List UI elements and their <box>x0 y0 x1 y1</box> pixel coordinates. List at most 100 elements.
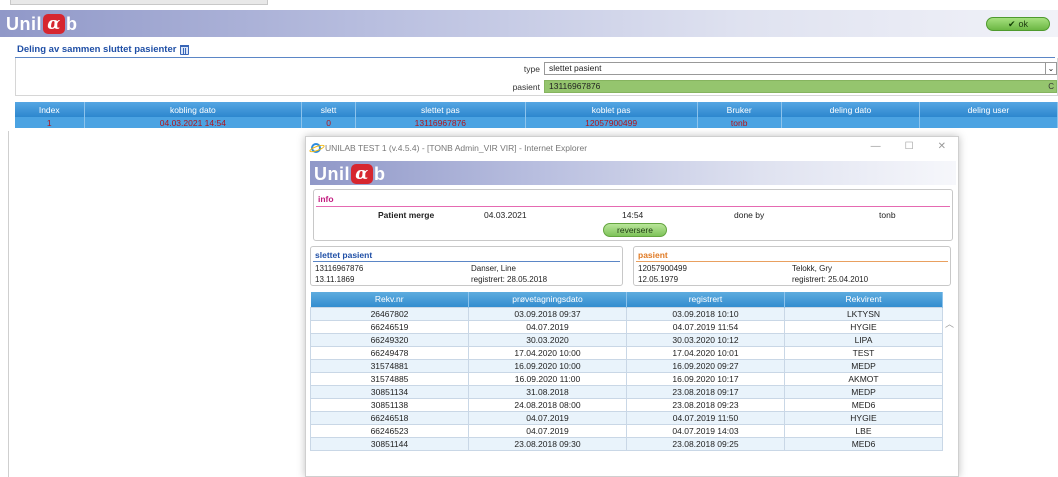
cell-rekvirent: TEST <box>784 345 943 360</box>
column-header[interactable]: prøvetagningsdato <box>468 292 627 307</box>
column-header[interactable]: koblet pas <box>525 102 698 117</box>
cell-registrert: 04.07.2019 11:50 <box>626 410 785 425</box>
close-icon[interactable]: ✕ <box>938 141 946 152</box>
deleted-patient-divider <box>313 261 620 262</box>
info-title: info <box>318 194 334 204</box>
app-header: Unil α b ✔ ok <box>0 10 1058 37</box>
unilab-logo: Unil α b <box>314 163 386 185</box>
cell-provetagningsdato: 04.07.2019 <box>468 319 627 334</box>
column-header[interactable]: slettet pas <box>355 102 526 117</box>
cell-provetagningsdato: 31.08.2018 <box>468 384 627 399</box>
ie-popup-window: UNILAB TEST 1 (v.4.5.4) - [TONB Admin_VI… <box>305 136 959 477</box>
cell-registrert: 04.07.2019 14:03 <box>626 423 785 438</box>
patient-id: 12057900499 <box>638 264 687 273</box>
table-row[interactable]: 1 04.03.2021 14:54 0 13116967876 1205790… <box>15 117 1058 128</box>
patient-title: pasient <box>638 250 668 260</box>
cell-registrert: 16.09.2020 10:17 <box>626 371 785 386</box>
cell-rekv-nr: 31574881 <box>310 358 469 373</box>
logo-alpha: α <box>351 164 373 184</box>
patient-birthdate: 12.05.1979 <box>638 275 679 284</box>
table-row[interactable]: 31574881 16.09.2020 10:00 16.09.2020 09:27… <box>310 358 943 373</box>
requisition-table: Rekv.nr prøvetagningsdato registrert Rek… <box>310 292 943 451</box>
cell-registrert: 17.04.2020 10:01 <box>626 345 785 360</box>
deleted-patient-name: Danser, Line <box>471 264 516 273</box>
cell-provetagningsdato: 04.07.2019 <box>468 410 627 425</box>
table-row[interactable]: 31574885 16.09.2020 11:00 16.09.2020 10:17… <box>310 371 943 386</box>
column-header[interactable]: slett <box>301 102 356 117</box>
cell-rekv-nr: 31574885 <box>310 371 469 386</box>
internet-explorer-icon <box>311 143 321 153</box>
table-row[interactable]: 30851144 23.08.2018 09:30 23.08.2018 09:25… <box>310 436 943 451</box>
requisition-header-row: Rekv.nr prøvetagningsdato registrert Rek… <box>310 292 943 307</box>
table-row[interactable]: 66246519 04.07.2019 04.07.2019 11:54 HYGIE <box>310 319 943 334</box>
cell-koblet-pas: 12057900499 <box>525 117 698 128</box>
chevron-down-icon[interactable]: ⌄ <box>1045 63 1056 74</box>
minimize-icon[interactable]: — <box>871 141 881 152</box>
cell-slettet-pas: 13116967876 <box>355 117 526 128</box>
table-row[interactable]: 30851138 24.08.2018 08:00 23.08.2018 09:23… <box>310 397 943 412</box>
merge-date: 04.03.2021 <box>484 210 527 220</box>
logo-text-end: b <box>66 13 78 34</box>
page-title: Deling av sammen sluttet pasienter <box>17 44 190 55</box>
ok-button[interactable]: ✔ ok <box>986 17 1050 31</box>
cell-bruker: tonb <box>697 117 782 128</box>
maximize-icon[interactable]: ☐ <box>905 141 914 152</box>
cell-registrert: 23.08.2018 09:23 <box>626 397 785 412</box>
type-select-value: slettet pasient <box>549 63 602 73</box>
column-header[interactable]: deling user <box>919 102 1058 117</box>
column-header[interactable]: Rekvirent <box>784 292 943 307</box>
cell-registrert: 03.09.2018 10:10 <box>626 306 785 321</box>
cell-rekvirent: MEDP <box>784 384 943 399</box>
merge-table: Index kobling dato slett slettet pas kob… <box>15 102 1058 128</box>
column-header[interactable]: kobling dato <box>84 102 303 117</box>
window-titlebar[interactable]: UNILAB TEST 1 (v.4.5.4) - [TONB Admin_VI… <box>306 137 958 159</box>
column-header[interactable]: Rekv.nr <box>310 292 469 307</box>
content-border <box>8 131 9 477</box>
cell-kobling-dato: 04.03.2021 14:54 <box>84 117 303 128</box>
patient-panel: pasient 12057900499 Telokk, Gry 12.05.19… <box>633 246 951 286</box>
window-title: UNILAB TEST 1 (v.4.5.4) - [TONB Admin_VI… <box>325 143 588 153</box>
cell-rekvirent: HYGIE <box>784 319 943 334</box>
cell-rekv-nr: 66249320 <box>310 332 469 347</box>
cell-provetagningsdato: 30.03.2020 <box>468 332 627 347</box>
scroll-up-icon[interactable]: ︿ <box>945 317 954 330</box>
reverse-button[interactable]: reversere <box>603 223 667 237</box>
cell-registrert: 16.09.2020 09:27 <box>626 358 785 373</box>
cell-rekv-nr: 66246523 <box>310 423 469 438</box>
cell-rekvirent: MEDP <box>784 358 943 373</box>
checkmark-icon: ✔ <box>1007 18 1016 29</box>
pasient-label: pasient <box>512 82 540 92</box>
cell-registrert: 23.08.2018 09:17 <box>626 384 785 399</box>
cell-rekvirent: MED6 <box>784 397 943 412</box>
cell-rekvirent: AKMOT <box>784 371 943 386</box>
reverse-button-label: reversere <box>617 225 653 235</box>
type-select[interactable]: slettet pasient ⌄ <box>544 62 1057 75</box>
requisition-table-body: 26467802 03.09.2018 09:37 03.09.2018 10:10… <box>310 306 943 451</box>
clear-icon[interactable]: C <box>1048 81 1054 92</box>
merge-label: Patient merge <box>378 210 435 220</box>
trash-icon[interactable] <box>180 44 190 55</box>
table-row[interactable]: 66249320 30.03.2020 30.03.2020 10:12 LIPA <box>310 332 943 347</box>
column-header[interactable]: deling dato <box>781 102 920 117</box>
table-row[interactable]: 66246523 04.07.2019 04.07.2019 14:03 LBE <box>310 423 943 438</box>
cell-provetagningsdato: 04.07.2019 <box>468 423 627 438</box>
pasient-input[interactable]: 13116967876 C <box>544 80 1057 93</box>
unilab-logo: Unil α b <box>6 13 78 35</box>
table-row[interactable]: 66246518 04.07.2019 04.07.2019 11:50 HYGIE <box>310 410 943 425</box>
logo-text-end: b <box>374 163 386 184</box>
logo-text-start: Unil <box>314 163 350 184</box>
cell-provetagningsdato: 23.08.2018 09:30 <box>468 436 627 451</box>
deleted-patient-panel: slettet pasient 13116967876 Danser, Line… <box>310 246 623 286</box>
cell-registrert: 04.07.2019 11:54 <box>626 319 785 334</box>
column-header[interactable]: Index <box>15 102 85 117</box>
column-header[interactable]: Bruker <box>697 102 782 117</box>
cell-rekv-nr: 66246519 <box>310 319 469 334</box>
deleted-patient-birthdate: 13.11.1869 <box>315 275 355 284</box>
column-header[interactable]: registrert <box>626 292 785 307</box>
cell-provetagningsdato: 16.09.2020 11:00 <box>468 371 627 386</box>
table-row[interactable]: 26467802 03.09.2018 09:37 03.09.2018 10:10… <box>310 306 943 321</box>
cell-rekvirent: LIPA <box>784 332 943 347</box>
table-row[interactable]: 66249478 17.04.2020 10:00 17.04.2020 10:01… <box>310 345 943 360</box>
deleted-patient-id: 13116967876 <box>315 264 364 273</box>
table-row[interactable]: 30851134 31.08.2018 23.08.2018 09:17 MEDP <box>310 384 943 399</box>
